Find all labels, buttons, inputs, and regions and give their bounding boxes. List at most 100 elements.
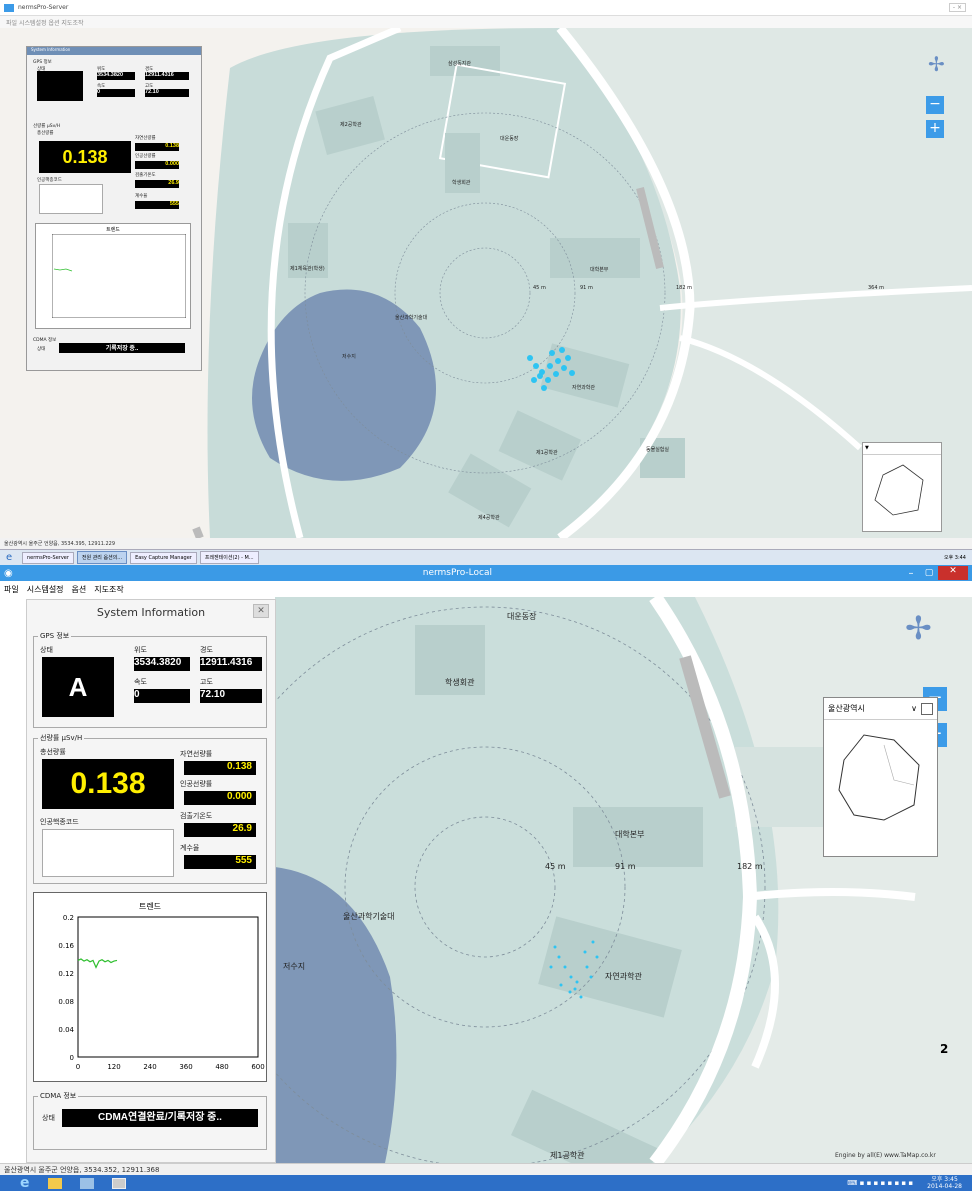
menu-options[interactable]: 옵션 bbox=[72, 584, 87, 595]
chevron-down-icon[interactable]: ∨ bbox=[911, 704, 917, 713]
trend-title: 트렌드 bbox=[106, 227, 120, 233]
lon-label: 경도 bbox=[200, 646, 213, 654]
server-menu[interactable]: 파일 시스템설정 옵션 지도조작 bbox=[6, 18, 83, 27]
temp-value: 26.9 bbox=[184, 823, 256, 837]
nuclide-label: 인공핵종코드 bbox=[40, 818, 79, 826]
local-map[interactable]: 대운동장 학생회관 대학본부 45 m 91 m 182 m 울산과학기술대 저… bbox=[275, 597, 972, 1163]
tray-icons[interactable]: ⌨ ▪ ▪ ▪ ▪ ▪ ▪ ▪ ▪ bbox=[847, 1179, 913, 1187]
plot-frame bbox=[77, 916, 259, 1058]
compass-icon[interactable]: ✢ bbox=[905, 609, 932, 647]
win8-taskbar: e ⌨ ▪ ▪ ▪ ▪ ▪ ▪ ▪ ▪ 오후 3:45 2014-04-28 bbox=[0, 1175, 972, 1191]
menu-map-control[interactable]: 지도조작 bbox=[94, 584, 123, 595]
x-tick-label: 480 bbox=[215, 1063, 228, 1071]
gps-group: GPS 정보 상태 A 위도 3534.3820 경도 12911.4316 속… bbox=[33, 631, 267, 728]
server-window: nermsPro-Server - × 파일 시스템설정 옵션 지도조작 삼성독… bbox=[0, 0, 972, 565]
map-label: 자연과학관 bbox=[605, 972, 642, 981]
minimap-outline bbox=[838, 734, 920, 821]
server-menubar: 파일 시스템설정 옵션 지도조작 bbox=[0, 16, 972, 28]
minimap[interactable]: ▼ bbox=[862, 442, 942, 532]
trend-chart: 0 120 240 360 480 600 0 0.04 0.08 0.12 0.16 0.2 bbox=[58, 914, 264, 1071]
y-tick-label: 0 bbox=[70, 1054, 74, 1062]
minimap-region-select[interactable]: ▼ bbox=[863, 443, 941, 455]
menu-file[interactable]: 파일 bbox=[4, 584, 19, 595]
cdma-status-label: 상태 bbox=[42, 1114, 55, 1122]
minimize-button[interactable]: – bbox=[902, 568, 920, 579]
taskbar-item[interactable]: 프레젠테이션(2) - M... bbox=[199, 551, 259, 564]
taskbar-item[interactable]: nermsPro-Server bbox=[22, 551, 74, 564]
map-label: 대학본부 bbox=[615, 830, 645, 839]
total-dose-value: 0.138 bbox=[39, 141, 131, 173]
dose-group: 선량률 μSv/H 총선량률 0.138 자연선량률 0.138 인공선량률 0… bbox=[33, 733, 267, 884]
map-label: 91 m bbox=[580, 285, 593, 291]
dose-header: 선량률 μSv/H bbox=[33, 124, 61, 129]
total-dose-label: 총선량률 bbox=[37, 131, 54, 136]
panel-close-button[interactable]: ✕ bbox=[253, 604, 269, 618]
x-tick-label: 240 bbox=[143, 1063, 156, 1071]
zoom-in-button[interactable]: + bbox=[926, 120, 944, 138]
count-label: 계수율 bbox=[180, 844, 200, 852]
y-tick-label: 0.12 bbox=[58, 970, 74, 978]
local-map-canvas bbox=[275, 597, 972, 1163]
status-label: 상태 bbox=[40, 646, 53, 654]
minimap-toggle-button[interactable] bbox=[921, 702, 933, 715]
count-value: 555 bbox=[135, 201, 179, 209]
cdma-header: CDMA 정보 bbox=[38, 1091, 79, 1101]
folder-icon[interactable] bbox=[47, 1177, 62, 1189]
ie-icon[interactable]: e bbox=[20, 1175, 30, 1191]
map-label: 45 m bbox=[533, 285, 546, 291]
gps-header: GPS 정보 bbox=[33, 60, 52, 65]
taskbar-item[interactable]: Easy Capture Manager bbox=[130, 551, 197, 564]
clock-date: 2014-04-28 bbox=[927, 1183, 962, 1190]
local-menubar: 파일 시스템설정 옵션 지도조작 bbox=[0, 581, 972, 597]
map-label: 182 m bbox=[676, 285, 693, 291]
map-label: 제2공학관 bbox=[340, 122, 362, 128]
artificial-dose-label: 인공선량률 bbox=[135, 154, 156, 159]
server-titlebar: nermsPro-Server - × bbox=[0, 0, 972, 16]
trend-box: 트렌드 0 120 240 360 480 600 0 0.04 0.08 0.12 0.16 0.2 bbox=[33, 892, 267, 1082]
maximize-button[interactable]: ▢ bbox=[920, 568, 938, 578]
y-tick-label: 0.16 bbox=[58, 942, 74, 950]
compass-icon[interactable]: ✢ bbox=[928, 52, 945, 76]
close-button[interactable]: ✕ bbox=[938, 566, 968, 580]
speed-value: 0 bbox=[134, 689, 190, 703]
zoom-out-button[interactable]: − bbox=[926, 96, 944, 114]
count-label: 계수율 bbox=[135, 194, 148, 199]
server-statusbar: 울산광역시 울주군 언양읍, 3534.395, 12911.229 bbox=[0, 538, 972, 549]
server-system-panel: System Information GPS 정보 상태 위도 3534.382… bbox=[26, 46, 202, 371]
app-icon bbox=[4, 3, 14, 12]
local-statusbar: 울산광역시 울주군 언양읍, 3534.352, 12911.368 bbox=[0, 1163, 972, 1175]
ie-icon[interactable]: e bbox=[6, 552, 16, 563]
natural-dose-label: 자연선량률 bbox=[180, 750, 213, 758]
map-label: 대학본부 bbox=[590, 267, 609, 273]
server-trend-box: 트렌드 bbox=[35, 223, 191, 329]
map-label: 대운동장 bbox=[500, 136, 519, 142]
lat-label: 위도 bbox=[134, 646, 147, 654]
server-trend-chart bbox=[52, 234, 186, 318]
y-tick-label: 0.2 bbox=[63, 914, 74, 922]
window-controls[interactable]: - × bbox=[948, 3, 966, 12]
menu-system-settings[interactable]: 시스템설정 bbox=[27, 584, 64, 595]
map-label: 학생회관 bbox=[452, 180, 471, 186]
map-label: 동물실험실 bbox=[646, 447, 670, 453]
map-label: 학생회관 bbox=[445, 678, 475, 687]
clock[interactable]: 오후 3:45 2014-04-28 bbox=[927, 1176, 962, 1190]
x-tick-label: 600 bbox=[251, 1063, 264, 1071]
map-label: 삼성독지관 bbox=[448, 61, 472, 67]
lat-value: 3534.3820 bbox=[97, 72, 135, 80]
app-icon[interactable] bbox=[111, 1177, 126, 1189]
lon-value: 12911.4316 bbox=[200, 657, 262, 671]
artificial-dose-value: 0.000 bbox=[135, 161, 179, 169]
minimap-region-select[interactable]: 울산광역시 ∨ bbox=[824, 698, 937, 720]
x-tick-label: 0 bbox=[76, 1063, 80, 1071]
temp-value: 26.9 bbox=[135, 180, 179, 188]
count-value: 555 bbox=[184, 855, 256, 869]
speed-label: 속도 bbox=[134, 678, 147, 686]
taskbar-item[interactable]: 전원 관리 옵션의... bbox=[76, 551, 128, 564]
temp-label: 검출기온도 bbox=[180, 812, 213, 820]
local-title: nermsPro-Local bbox=[422, 568, 492, 578]
map-label: 제1공학관 bbox=[550, 1151, 585, 1160]
cdma-status-value: CDMA연결완료/기록저장 중.. bbox=[62, 1109, 258, 1127]
map-scale: 2 bbox=[940, 1042, 949, 1056]
network-icon[interactable] bbox=[79, 1177, 94, 1189]
minimap[interactable]: 울산광역시 ∨ bbox=[823, 697, 938, 857]
